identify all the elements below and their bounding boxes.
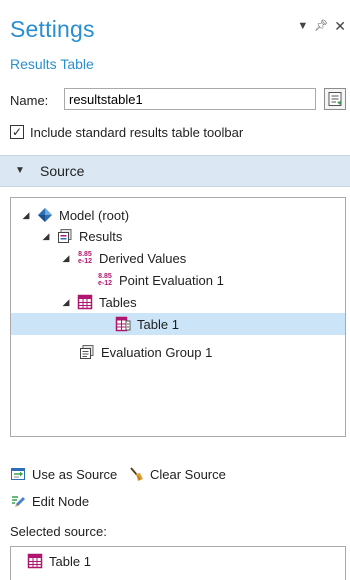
tree-node-point-evaluation[interactable]: 8.85 e-12 Point Evaluation 1	[97, 269, 224, 291]
tables-icon	[27, 553, 43, 569]
page-subtitle: Results Table	[10, 56, 94, 72]
model-root-icon	[37, 207, 53, 223]
tables-icon	[77, 294, 93, 310]
tree-node-label: Point Evaluation 1	[119, 272, 224, 288]
clear-source-label: Clear Source	[150, 466, 226, 482]
tree-node-tables[interactable]: ◢ Tables	[59, 291, 137, 313]
edit-node-label: Edit Node	[32, 493, 90, 509]
tree-node-label: Tables	[99, 294, 137, 310]
tree-node-model-root[interactable]: ◢ Model (root)	[19, 204, 130, 226]
settings-header: Settings Results Table ▼ 📌︎ ✕	[0, 0, 350, 84]
source-tree[interactable]: ◢ Model (root) ◢ Results ◢ 8.85 e-12 Deri…	[10, 197, 346, 437]
name-input[interactable]	[64, 88, 316, 110]
name-row: Name:	[10, 88, 346, 114]
show-label-button[interactable]	[324, 88, 346, 110]
name-label: Name:	[10, 93, 49, 108]
derived-values-icon: 8.85 e-12	[77, 251, 92, 265]
include-toolbar-checkbox[interactable]: ✓	[10, 125, 24, 139]
use-as-source-label: Use as Source	[32, 466, 118, 482]
results-icon	[57, 228, 73, 244]
dropdown-arrow-icon[interactable]: ▼	[297, 20, 308, 32]
expand-arrow-icon[interactable]: ◢	[59, 297, 73, 308]
tree-node-table-1[interactable]: Table 1	[11, 313, 345, 335]
window-controls: ▼ 📌︎ ✕	[297, 19, 346, 33]
page-title: Settings	[10, 16, 95, 42]
expand-arrow-icon[interactable]: ◢	[39, 231, 53, 242]
tree-node-results[interactable]: ◢ Results	[39, 225, 123, 247]
close-icon[interactable]: ✕	[334, 19, 346, 33]
use-as-source-button[interactable]: Use as Source	[10, 464, 117, 484]
table-icon	[115, 316, 131, 332]
selected-source-list[interactable]: Table 1	[10, 546, 346, 580]
expand-arrow-icon[interactable]: ◢	[19, 210, 33, 221]
include-toolbar-row[interactable]: ✓ Include standard results table toolbar	[10, 123, 243, 141]
evaluation-group-icon	[79, 344, 95, 360]
include-toolbar-label: Include standard results table toolbar	[30, 124, 244, 140]
collapse-arrow-icon[interactable]: ▼	[15, 165, 25, 176]
tree-node-derived-values[interactable]: ◢ 8.85 e-12 Derived Values	[59, 247, 187, 269]
point-evaluation-icon: 8.85 e-12	[97, 273, 112, 287]
pin-icon[interactable]: 📌︎	[314, 20, 328, 32]
tree-node-evaluation-group[interactable]: Evaluation Group 1	[79, 341, 212, 363]
expand-arrow-icon[interactable]: ◢	[59, 253, 73, 264]
tree-node-label: Model (root)	[59, 207, 130, 223]
selected-source-label: Selected source:	[10, 524, 107, 539]
source-section-header[interactable]: ▼ Source	[0, 155, 350, 187]
clear-source-button[interactable]: Clear Source	[128, 464, 226, 484]
tree-node-label: Derived Values	[99, 250, 187, 266]
tree-node-label: Evaluation Group 1	[101, 344, 213, 360]
source-section-label: Source	[40, 163, 85, 179]
edit-node-icon	[10, 493, 26, 509]
edit-node-button[interactable]: Edit Node	[10, 491, 89, 511]
broom-icon	[128, 466, 144, 482]
use-as-source-icon	[10, 466, 26, 482]
selected-source-item[interactable]: Table 1	[27, 553, 91, 569]
tree-node-label: Table 1	[137, 316, 179, 332]
document-icon	[328, 92, 342, 106]
selected-source-item-label: Table 1	[49, 553, 91, 569]
tree-node-label: Results	[79, 228, 123, 244]
